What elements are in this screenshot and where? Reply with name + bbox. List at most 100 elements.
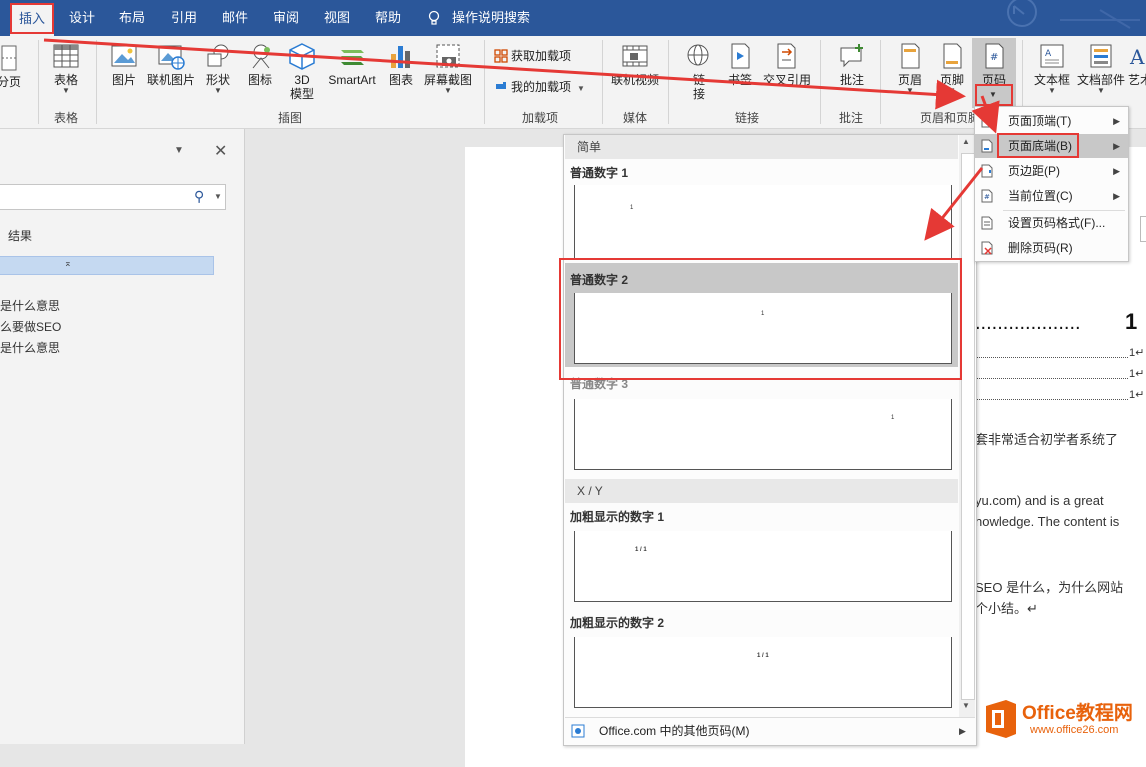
pane-options-icon[interactable]: ▼ — [174, 145, 184, 156]
tab-view[interactable]: 视图 — [317, 0, 357, 36]
get-addins-label: 获取加载项 — [511, 49, 572, 63]
tab-review[interactable]: 审阅 — [266, 0, 306, 36]
header-button[interactable]: 页眉 ▼ — [890, 42, 930, 95]
quick-parts-label: 文档部件 — [1076, 73, 1125, 87]
table-button[interactable]: 表格 ▼ — [46, 42, 86, 95]
icons-label: 图标 — [247, 73, 272, 87]
toc-page-number: 1 — [1125, 309, 1138, 334]
my-addins-button[interactable]: 我的加载项 ▼ — [494, 77, 585, 97]
gallery-item-bold-1[interactable]: 加粗显示的数字 1 1 / 1 — [565, 505, 958, 605]
cross-reference-button[interactable]: 交叉引用 — [760, 42, 814, 87]
chevron-down-icon: ▼ — [1097, 86, 1105, 95]
header-label: 页眉 — [897, 73, 922, 87]
group-label-links: 链接 — [734, 111, 759, 125]
store-icon — [494, 49, 508, 63]
icons-button[interactable]: 图标 — [240, 42, 280, 87]
format-page-number-icon — [981, 216, 993, 230]
chevron-right-icon: ▶ — [1113, 166, 1120, 176]
group-label-media: 媒体 — [622, 111, 647, 125]
svg-text:A: A — [1129, 45, 1145, 69]
3d-models-button[interactable]: 3D 模型 — [282, 42, 322, 101]
menu-item-current-position[interactable]: # 当前位置(C) ▶ — [975, 184, 1128, 208]
group-label-comments: 批注 — [838, 111, 863, 125]
quick-parts-button[interactable]: 文档部件 ▼ — [1074, 42, 1128, 95]
chevron-down-icon: ▼ — [444, 86, 452, 95]
comment-button[interactable]: 批注 — [832, 42, 872, 87]
chevron-down-icon[interactable]: ▼ — [989, 90, 997, 99]
menu-item-remove-page-numbers[interactable]: 删除页码(R) — [975, 236, 1128, 260]
nav-heading[interactable]: 是什么意思 — [0, 297, 60, 314]
film-icon — [622, 45, 648, 67]
tab-references[interactable]: 引用 — [164, 0, 204, 36]
bookmark-button[interactable]: 书签 — [722, 42, 758, 87]
picture-icon — [111, 45, 137, 67]
picture-button[interactable]: 图片 — [104, 42, 144, 87]
tell-me-search[interactable]: 操作说明搜索 — [452, 0, 532, 36]
scroll-up-icon[interactable]: ▲ — [962, 137, 970, 146]
cross-reference-icon — [777, 43, 796, 69]
search-icon[interactable]: ⚲ — [194, 188, 204, 205]
wordart-label: 艺术 — [1128, 73, 1146, 87]
office-icon — [571, 724, 585, 738]
get-addins-button[interactable]: 获取加载项 — [494, 46, 571, 66]
group-separator — [880, 40, 881, 124]
smartart-button[interactable]: SmartArt — [322, 42, 382, 87]
chevron-down-icon[interactable]: ▼ — [214, 192, 222, 201]
insert-tab-highlight — [10, 3, 54, 34]
nav-search-input[interactable]: ⚲ ▼ — [0, 184, 226, 210]
gallery-scrollbar[interactable]: ▲ ▼ — [959, 135, 975, 743]
textbox-button[interactable]: A 文本框 ▼ — [1030, 42, 1074, 95]
online-video-button[interactable]: 联机视频 — [608, 42, 662, 87]
tab-design[interactable]: 设计 — [62, 0, 102, 36]
screenshot-button[interactable]: 屏幕截图 ▼ — [420, 42, 476, 95]
link-label: 链 接 — [692, 73, 705, 101]
addins-icon — [496, 82, 506, 89]
scrollbar-thumb[interactable] — [961, 153, 975, 700]
bookmark-label: 书签 — [727, 73, 752, 87]
scroll-element — [1140, 216, 1146, 242]
chevron-right-icon: ▶ — [959, 726, 966, 736]
smartart-icon — [341, 50, 364, 65]
wordart-button[interactable]: A 艺术 — [1128, 42, 1146, 87]
close-icon[interactable]: ✕ — [214, 141, 227, 161]
page-break-button[interactable]: 分页 — [0, 44, 22, 89]
link-button[interactable]: 链 接 — [680, 42, 718, 101]
menu-item-top-of-page[interactable]: 页面顶端(T) ▶ — [975, 109, 1128, 133]
selection-highlight — [559, 258, 962, 380]
tab-mailings[interactable]: 邮件 — [215, 0, 255, 36]
chart-button[interactable]: 图表 — [382, 42, 420, 87]
chevron-down-icon: ▼ — [62, 86, 70, 95]
gallery-item-plain-3[interactable]: 普通数字 3 1 — [565, 369, 958, 473]
shapes-button[interactable]: 形状 ▼ — [198, 42, 238, 95]
page-margin-icon — [981, 164, 993, 178]
page-bottom-icon — [981, 139, 993, 153]
cross-reference-label: 交叉引用 — [762, 73, 811, 87]
menu-item-format-page-numbers[interactable]: 设置页码格式(F)... — [975, 211, 1128, 235]
doc-text-line: yu.com) and is a great — [975, 493, 1104, 508]
page-number-preview: 1 — [891, 415, 895, 421]
collapse-icon: ⌅ — [64, 258, 72, 268]
more-page-numbers-item[interactable]: Office.com 中的其他页码(M) ▶ — [565, 717, 975, 745]
nav-selected-heading[interactable]: ⌅ — [0, 256, 214, 275]
table-label: 表格 — [53, 73, 78, 87]
textbox-label: 文本框 — [1033, 73, 1070, 87]
nav-heading[interactable]: 么要做SEO — [0, 318, 61, 335]
gallery-item-bold-2[interactable]: 加粗显示的数字 2 1 / 1 — [565, 611, 958, 717]
gallery-item-plain-1[interactable]: 普通数字 1 1 — [565, 161, 958, 261]
menu-item-page-margins[interactable]: 页边距(P) ▶ — [975, 159, 1128, 183]
scroll-down-icon[interactable]: ▼ — [962, 701, 970, 710]
toc-leader — [970, 399, 1128, 400]
footer-button[interactable]: 页脚 ▼ — [932, 42, 972, 95]
tab-help[interactable]: 帮助 — [368, 0, 408, 36]
online-picture-button[interactable]: 联机图片 — [144, 42, 198, 87]
page-number-preview: 1 / 1 — [635, 547, 647, 553]
nav-heading[interactable]: 是什么意思 — [0, 339, 60, 356]
globe-link-icon — [687, 44, 709, 66]
doc-text-line: SEO 是什么，为什么网站 — [975, 580, 1124, 595]
doc-text-line: 套非常适合初学者系统了 — [975, 432, 1119, 447]
page-top-icon — [981, 114, 993, 128]
chart-icon — [391, 46, 410, 68]
menu-item-label: 页面顶端(T) — [1008, 114, 1072, 128]
nav-results-tab[interactable]: 结果 — [8, 227, 32, 244]
tab-layout[interactable]: 布局 — [112, 0, 152, 36]
